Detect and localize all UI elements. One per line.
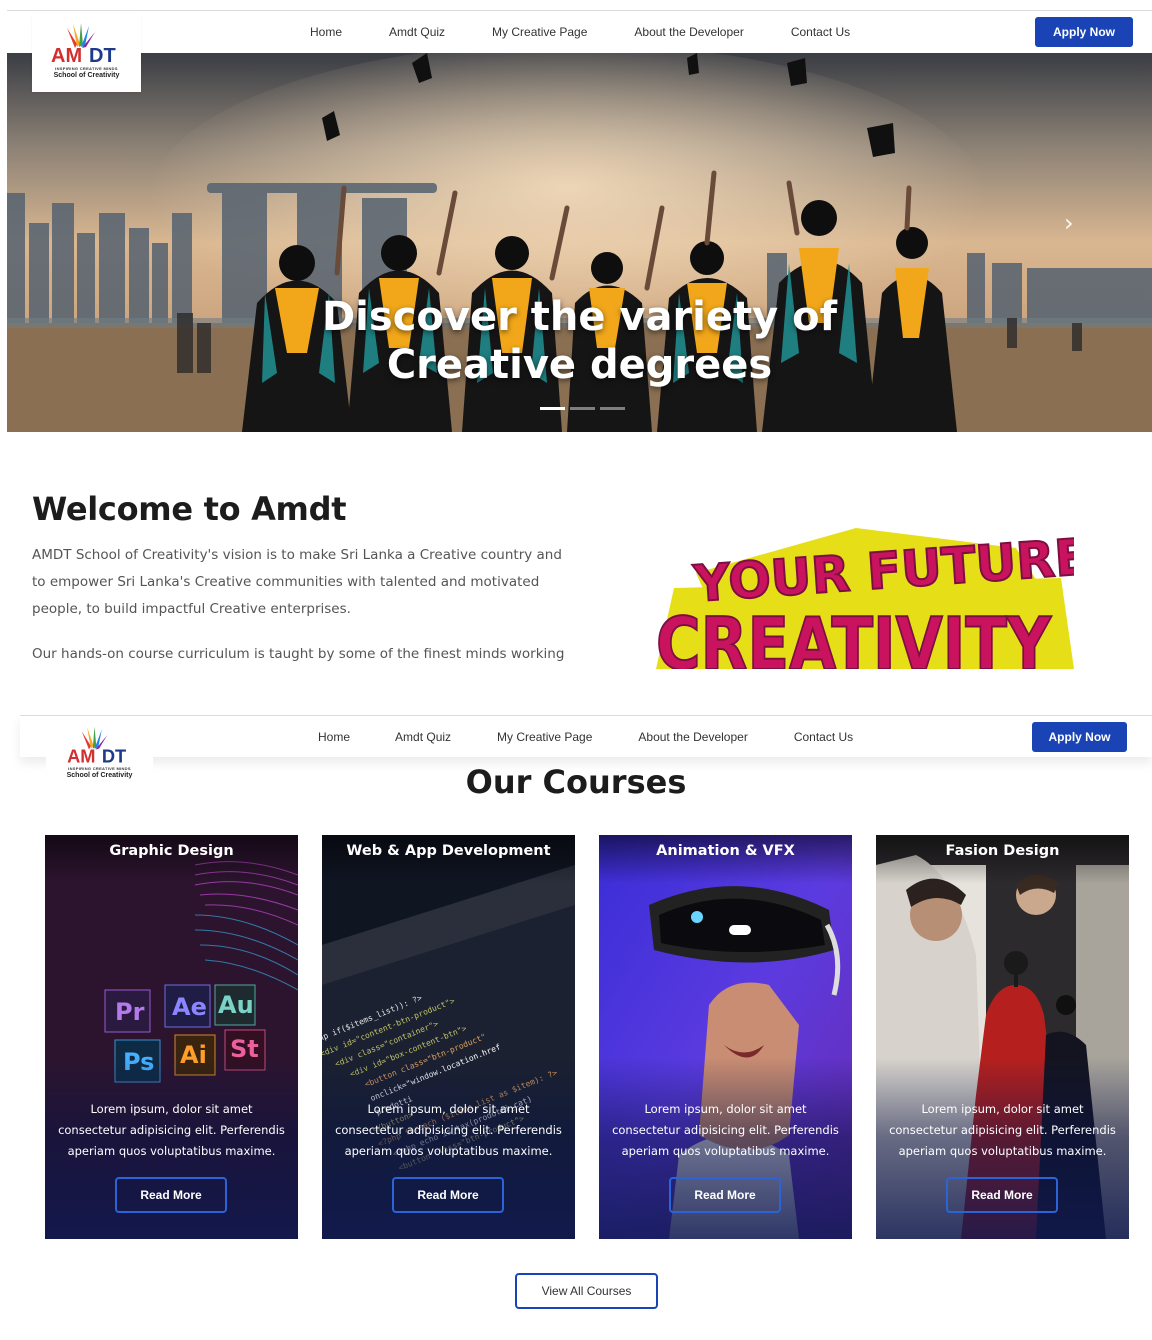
course-card-graphic-design: Pr Ae Au Ps Ai St Graphic Design Lorem i… — [45, 835, 298, 1239]
nav-link-home[interactable]: Home — [310, 25, 342, 39]
logo-school-name: School of Creativity — [66, 772, 133, 779]
logo-tagline: INSPIRING CREATIVE MINDS — [55, 66, 118, 71]
sticky-apply-now-button[interactable]: Apply Now — [1032, 722, 1127, 752]
amdt-logo-icon: AM DT — [51, 23, 116, 66]
svg-text:AM: AM — [51, 45, 82, 66]
read-more-button[interactable]: Read More — [392, 1177, 504, 1213]
svg-text:AM: AM — [67, 745, 95, 766]
course-title: Graphic Design — [109, 843, 234, 859]
course-description: Lorem ipsum, dolor sit amet consectetur … — [58, 1102, 285, 1158]
carousel-indicator-1[interactable] — [540, 407, 565, 410]
logo[interactable]: AM DT INSPIRING CREATIVE MINDS School of… — [32, 14, 141, 92]
course-description: Lorem ipsum, dolor sit amet consectetur … — [612, 1102, 839, 1158]
chevron-right-icon[interactable]: › — [1064, 211, 1080, 235]
welcome-section: Welcome to Amdt AMDT School of Creativit… — [32, 490, 572, 668]
welcome-paragraph-2: Our hands-on course curriculum is taught… — [32, 646, 565, 662]
sticky-nav-links: Home Amdt Quiz My Creative Page About th… — [318, 716, 853, 757]
apply-now-button[interactable]: Apply Now — [1035, 17, 1133, 47]
sticky-nav-link-my-creative-page[interactable]: My Creative Page — [497, 730, 592, 744]
logo-school-name: School of Creativity — [53, 72, 120, 79]
course-title: Animation & VFX — [656, 843, 795, 859]
art-line-2: CREATIVITY — [656, 602, 1052, 669]
course-title: Fasion Design — [945, 843, 1060, 859]
welcome-heading: Welcome to Amdt — [32, 490, 347, 528]
courses-heading: Our Courses — [465, 763, 687, 801]
view-all-courses-button[interactable]: View All Courses — [515, 1273, 658, 1309]
carousel-indicator-3[interactable] — [600, 407, 625, 410]
svg-text:DT: DT — [89, 45, 116, 66]
course-card-animation-vfx: Animation & VFX Lorem ipsum, dolor sit a… — [599, 835, 852, 1239]
read-more-button[interactable]: Read More — [115, 1177, 227, 1213]
course-description: Lorem ipsum, dolor sit amet consectetur … — [889, 1102, 1116, 1158]
course-description: Lorem ipsum, dolor sit amet consectetur … — [335, 1102, 562, 1158]
nav-link-amdt-quiz[interactable]: Amdt Quiz — [389, 25, 445, 39]
hero-carousel: Discover the variety of Creative degrees… — [7, 53, 1152, 432]
top-navbar: Home Amdt Quiz My Creative Page About th… — [7, 10, 1152, 53]
welcome-paragraph-1: AMDT School of Creativity's vision is to… — [32, 547, 562, 617]
nav-link-about-developer[interactable]: About the Developer — [634, 25, 743, 39]
carousel-indicator-2[interactable] — [570, 407, 595, 410]
carousel-indicators — [540, 407, 625, 410]
svg-text:DT: DT — [101, 745, 125, 766]
sticky-logo[interactable]: AM DT INSPIRING CREATIVE MINDS School of… — [46, 720, 153, 790]
hero-title: Discover the variety of Creative degrees — [321, 294, 838, 388]
sticky-navbar: Home Amdt Quiz My Creative Page About th… — [20, 715, 1152, 757]
nav-links: Home Amdt Quiz My Creative Page About th… — [310, 11, 850, 53]
course-card-web-app-development: <?php if($items_list)): ?> <div id="cont… — [322, 835, 575, 1239]
amdt-logo-icon: AM DT — [67, 726, 126, 766]
course-card-fashion-design: Fasion Design Lorem ipsum, dolor sit ame… — [876, 835, 1129, 1239]
nav-link-my-creative-page[interactable]: My Creative Page — [492, 25, 587, 39]
logo-tagline: INSPIRING CREATIVE MINDS — [68, 766, 131, 771]
sticky-nav-link-contact-us[interactable]: Contact Us — [794, 730, 853, 744]
read-more-button[interactable]: Read More — [946, 1177, 1058, 1213]
sticky-nav-link-home[interactable]: Home — [318, 730, 350, 744]
sticky-nav-link-amdt-quiz[interactable]: Amdt Quiz — [395, 730, 451, 744]
page: Home Amdt Quiz My Creative Page About th… — [0, 0, 1152, 1340]
creativity-art-image: YOUR FUTURE TO CREATIVITY — [656, 528, 1074, 669]
nav-link-contact-us[interactable]: Contact Us — [791, 25, 850, 39]
course-title: Web & App Development — [346, 843, 551, 859]
sticky-nav-link-about-developer[interactable]: About the Developer — [638, 730, 747, 744]
read-more-button[interactable]: Read More — [669, 1177, 781, 1213]
